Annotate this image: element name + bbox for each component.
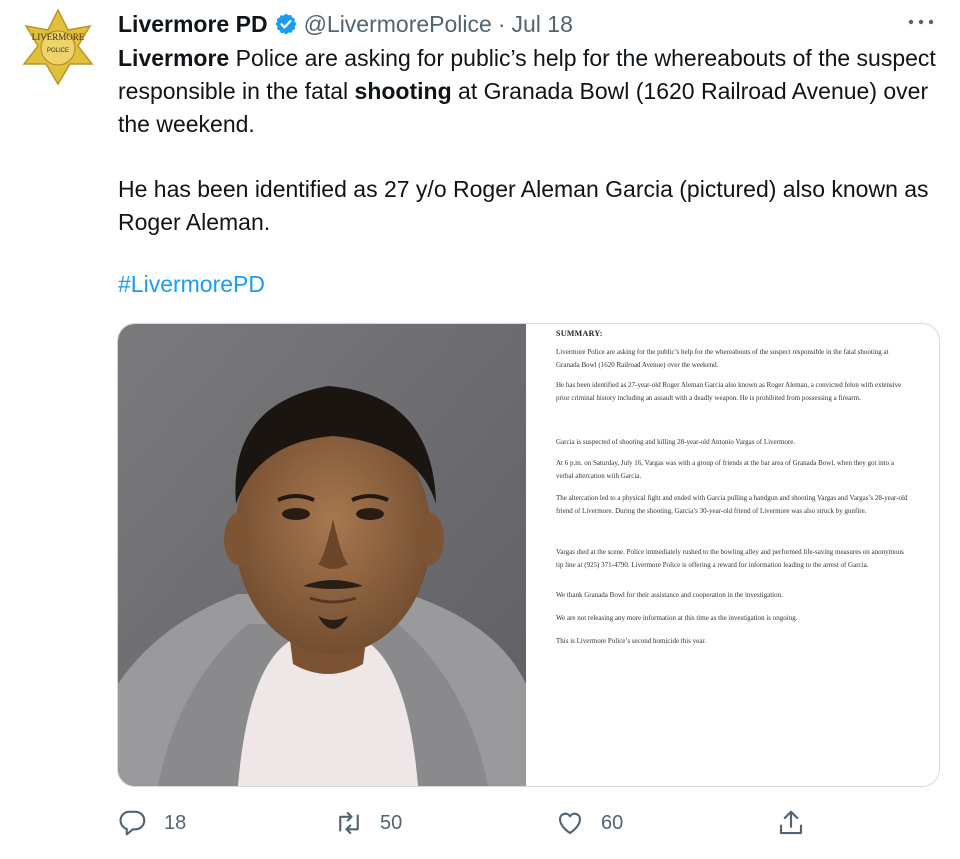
police-badge-icon: LIVERMORE POLICE [22, 8, 94, 86]
document-heading: SUMMARY: [556, 329, 603, 338]
heart-icon [558, 812, 582, 835]
avatar[interactable]: LIVERMORE POLICE [18, 8, 98, 88]
hashtag-link[interactable]: #LivermorePD [118, 271, 265, 298]
tweet-media[interactable]: SUMMARY: Livermore Police are asking for… [117, 323, 940, 787]
share-icon [779, 810, 803, 835]
tweet-date[interactable]: Jul 18 [511, 11, 572, 38]
retweet-count: 50 [380, 811, 403, 834]
like-count: 60 [601, 811, 624, 834]
more-options-button[interactable] [904, 10, 938, 34]
share-button[interactable] [776, 808, 806, 838]
reply-count: 18 [164, 811, 187, 834]
tweet-actions: 18 50 60 [0, 800, 960, 846]
retweet-icon [339, 811, 359, 835]
press-release-document: SUMMARY: Livermore Police are asking for… [526, 324, 939, 786]
document-paragraph: This is Livermore Police’s second homici… [556, 637, 707, 645]
verified-badge-icon [275, 13, 297, 35]
tweet-header: Livermore PD @LivermorePolice · Jul 18 [118, 8, 573, 40]
more-dots-icon [908, 19, 934, 25]
bold-shooting: shooting [354, 78, 452, 104]
badge-mid-text: POLICE [47, 48, 69, 54]
document-paragraph: He has been identified as 27-year-old Ro… [556, 381, 902, 402]
document-paragraph: We are not releasing any more informatio… [556, 614, 798, 622]
like-button[interactable]: 60 [555, 808, 623, 838]
document-paragraph: Livermore Police are asking for the publ… [556, 348, 889, 369]
separator-dot: · [497, 10, 506, 37]
reply-icon [119, 810, 146, 836]
tweet-paragraph-1: Livermore Police are asking for public’s… [118, 42, 948, 141]
document-paragraph: At 6 p.m. on Saturday, July 16, Vargas w… [556, 459, 894, 480]
document-paragraph: Vargas died at the scene. Police immedia… [556, 548, 904, 569]
document-paragraph: We thank Granada Bowl for their assistan… [556, 591, 783, 599]
author-handle[interactable]: @LivermorePolice [304, 11, 492, 38]
reply-button[interactable]: 18 [118, 808, 186, 838]
bold-livermore: Livermore [118, 45, 230, 71]
document-paragraph: Garcia is suspected of shooting and kill… [556, 438, 796, 446]
author-name[interactable]: Livermore PD [118, 11, 268, 38]
tweet-paragraph-2: He has been identified as 27 y/o Roger A… [118, 176, 929, 235]
badge-top-text: LIVERMORE [32, 32, 85, 42]
tweet-text: Livermore Police are asking for public’s… [118, 42, 948, 239]
document-paragraph: The altercation led to a physical fight … [556, 494, 908, 515]
suspect-photo[interactable] [118, 324, 526, 786]
retweet-button[interactable]: 50 [334, 808, 402, 838]
